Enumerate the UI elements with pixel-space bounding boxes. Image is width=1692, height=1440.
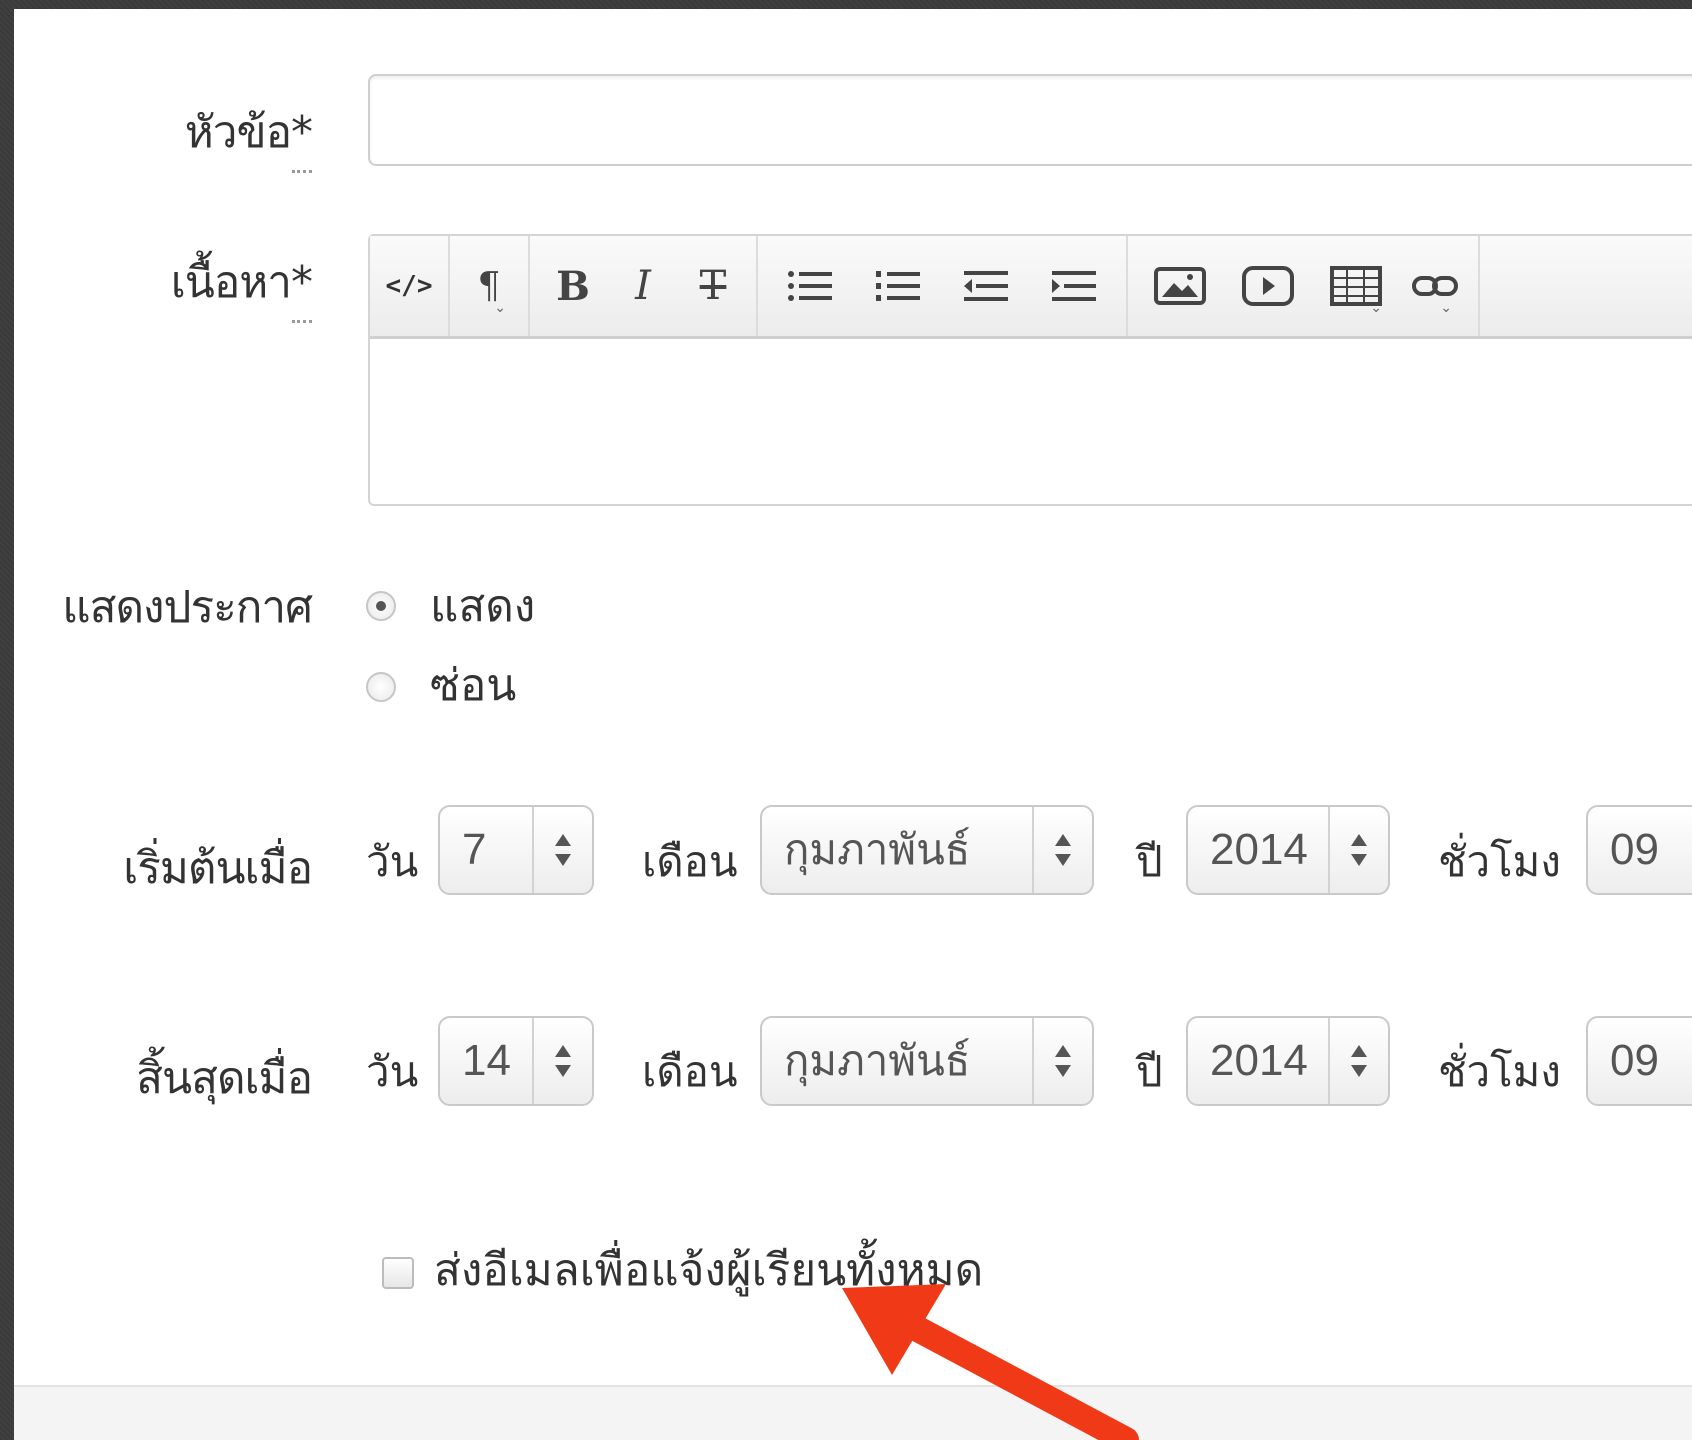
day-label: วัน: [366, 1047, 419, 1096]
end-month-select[interactable]: กุมภาพันธ์: [760, 1016, 1094, 1106]
show-announcement-label: แสดงประกาศ: [62, 582, 313, 633]
unordered-list-icon[interactable]: [766, 236, 854, 336]
indent-icon[interactable]: [1030, 236, 1118, 336]
up-down-arrows-icon: [532, 1018, 592, 1104]
insert-image-icon[interactable]: [1136, 236, 1224, 336]
month-label: เดือน: [642, 1047, 738, 1096]
content-label: เนื้อหา*: [171, 247, 313, 323]
help-dots: [292, 167, 312, 173]
start-hour-select[interactable]: 09: [1586, 805, 1692, 895]
hour-label: ชั่วโมง: [1438, 837, 1561, 886]
end-date-label: สิ้นสุดเมื่อ: [136, 1053, 313, 1104]
send-email-checkbox[interactable]: [382, 1257, 414, 1289]
radio-show[interactable]: [366, 591, 396, 621]
start-day-select[interactable]: 7: [438, 805, 594, 895]
dropdown-caret-icon: ⌄: [1440, 300, 1452, 316]
up-down-arrows-icon: [1032, 1018, 1092, 1104]
radio-show-label: แสดง: [430, 581, 536, 632]
day-label: วัน: [366, 837, 419, 886]
year-label: ปี: [1136, 1047, 1163, 1096]
end-day-select[interactable]: 14: [438, 1016, 594, 1106]
year-label: ปี: [1136, 837, 1163, 886]
html-source-button[interactable]: </>: [374, 236, 444, 336]
strikethrough-button[interactable]: T: [678, 236, 748, 336]
up-down-arrows-icon: [1328, 807, 1388, 893]
form-footer: [14, 1385, 1692, 1440]
dropdown-caret-icon: ⌄: [1370, 300, 1382, 316]
rich-text-editor: </> ¶ ⌄ B I T ⌄ ⌄: [368, 234, 1692, 506]
end-year-select[interactable]: 2014: [1186, 1016, 1390, 1106]
month-label: เดือน: [642, 837, 738, 886]
title-input[interactable]: [368, 74, 1692, 166]
annotation-arrow-icon: [842, 1284, 1139, 1440]
insert-link-icon[interactable]: ⌄: [1400, 236, 1470, 336]
up-down-arrows-icon: [532, 807, 592, 893]
title-label: หัวข้อ*: [185, 97, 313, 173]
ordered-list-icon[interactable]: [854, 236, 942, 336]
hour-label: ชั่วโมง: [1438, 1047, 1561, 1096]
radio-hide[interactable]: [366, 672, 396, 702]
bold-button[interactable]: B: [538, 236, 608, 336]
start-year-select[interactable]: 2014: [1186, 805, 1390, 895]
up-down-arrows-icon: [1328, 1018, 1388, 1104]
insert-video-icon[interactable]: [1224, 236, 1312, 336]
radio-hide-label: ซ่อน: [430, 660, 517, 711]
outdent-icon[interactable]: [942, 236, 1030, 336]
editor-content-area[interactable]: [370, 339, 1692, 504]
insert-table-icon[interactable]: ⌄: [1312, 236, 1400, 336]
start-month-select[interactable]: กุมภาพันธ์: [760, 805, 1094, 895]
send-email-label[interactable]: ส่งอีเมลเพื่อแจ้งผู้เรียนทั้งหมด: [434, 1235, 983, 1305]
dropdown-caret-icon: ⌄: [494, 300, 506, 316]
form-panel: หัวข้อ* เนื้อหา* </> ¶ ⌄ B I T ⌄ ⌄ แสดงป…: [14, 9, 1692, 1440]
italic-button[interactable]: I: [608, 236, 678, 336]
start-date-label: เริ่มต้นเมื่อ: [123, 843, 313, 894]
up-down-arrows-icon: [1032, 807, 1092, 893]
editor-toolbar: </> ¶ ⌄ B I T ⌄ ⌄: [370, 236, 1692, 339]
help-dots: [292, 317, 312, 323]
end-hour-select[interactable]: 09: [1586, 1016, 1692, 1106]
paragraph-format-button[interactable]: ¶ ⌄: [454, 236, 524, 336]
